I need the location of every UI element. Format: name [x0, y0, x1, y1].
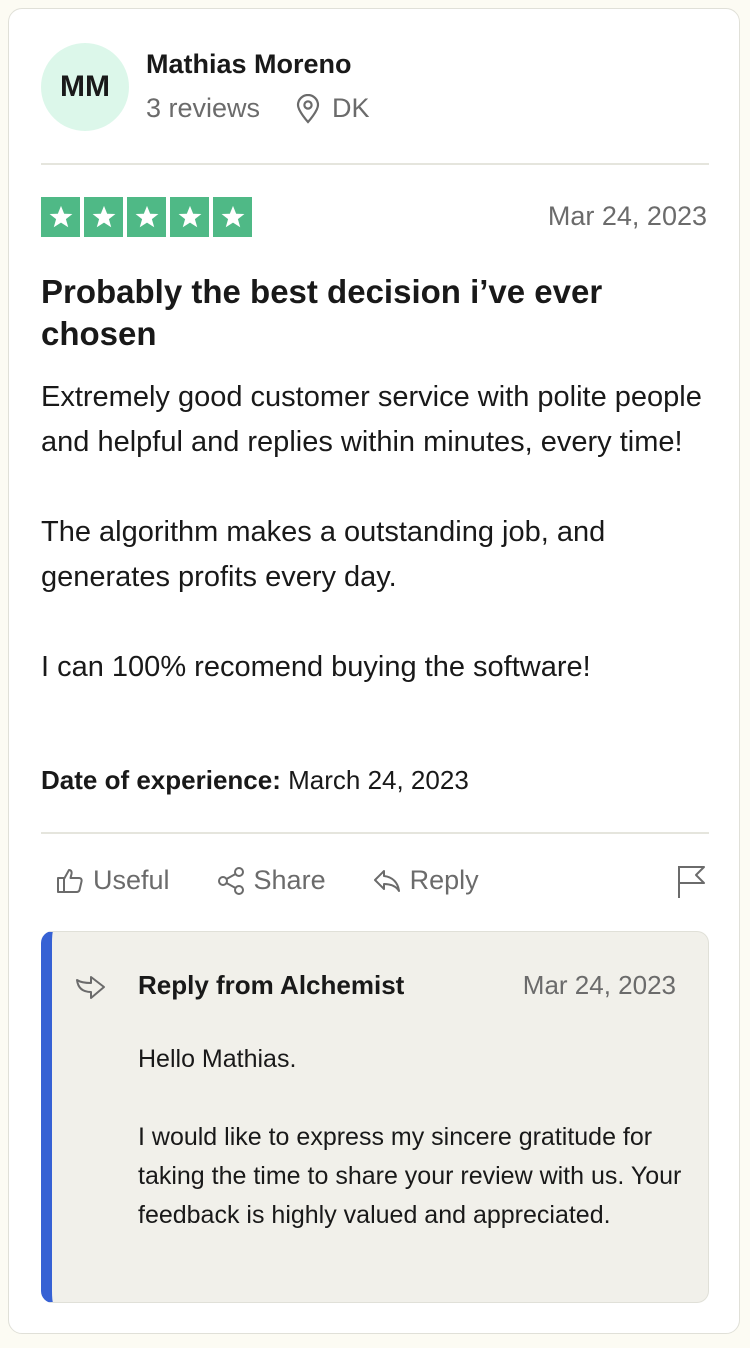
reviews-count: 3 reviews: [146, 93, 261, 123]
useful-button[interactable]: Useful: [55, 865, 170, 896]
reply-label: Reply: [409, 865, 479, 895]
location-pin-icon: [294, 93, 322, 124]
reviewer-meta: 3 reviews DK: [146, 93, 370, 124]
reply-arrow-icon: [76, 976, 105, 999]
reviewer-location: DK: [332, 93, 370, 123]
experience-date: March 24, 2023: [288, 765, 469, 795]
reply-title: Reply from Alchemist: [138, 970, 405, 1000]
review-paragraph: The algorithm makes a outstanding job, a…: [41, 516, 606, 593]
share-icon: [217, 866, 244, 895]
reply-date: Mar 24, 2023: [522, 970, 676, 1000]
review-title[interactable]: Probably the best decision i’ve ever cho…: [41, 271, 709, 355]
reply-paragraph: I would like to express my sincere grati…: [138, 1123, 682, 1229]
reviewer-name[interactable]: Mathias Moreno: [146, 49, 352, 80]
company-reply: Reply from Alchemist Mar 24, 2023 Hello …: [41, 931, 709, 1303]
reviewer-header: MM Mathias Moreno 3 reviews DK: [41, 43, 709, 133]
share-label: Share: [253, 865, 326, 895]
share-button[interactable]: Share: [216, 865, 326, 896]
avatar[interactable]: MM: [41, 43, 129, 131]
useful-label: Useful: [93, 865, 170, 895]
reply-button[interactable]: Reply: [372, 865, 479, 896]
star-icon: [213, 197, 252, 237]
review-card: MM Mathias Moreno 3 reviews DK Mar 24, 2…: [8, 8, 740, 1334]
star-icon: [41, 197, 80, 237]
star-icon: [170, 197, 209, 237]
star-icon: [127, 197, 166, 237]
thumbs-up-icon: [57, 868, 83, 893]
reply-paragraph: Hello Mathias.: [138, 1045, 297, 1073]
divider: [41, 163, 709, 165]
date-of-experience: Date of experience: March 24, 2023: [41, 765, 469, 796]
star-rating: [41, 197, 252, 237]
review-actions: Useful Share Reply: [55, 865, 525, 896]
reply-body: Hello Mathias. I would like to express m…: [138, 1040, 686, 1274]
review-paragraph: I can 100% recomend buying the software!: [41, 651, 591, 683]
review-date: Mar 24, 2023: [547, 201, 707, 231]
experience-label: Date of experience:: [41, 765, 281, 795]
review-paragraph: Extremely good customer service with pol…: [41, 381, 702, 458]
flag-icon[interactable]: [675, 863, 707, 899]
star-icon: [84, 197, 123, 237]
reply-arrow-icon: [373, 869, 400, 892]
review-body: Extremely good customer service with pol…: [41, 375, 709, 735]
divider: [41, 832, 709, 834]
